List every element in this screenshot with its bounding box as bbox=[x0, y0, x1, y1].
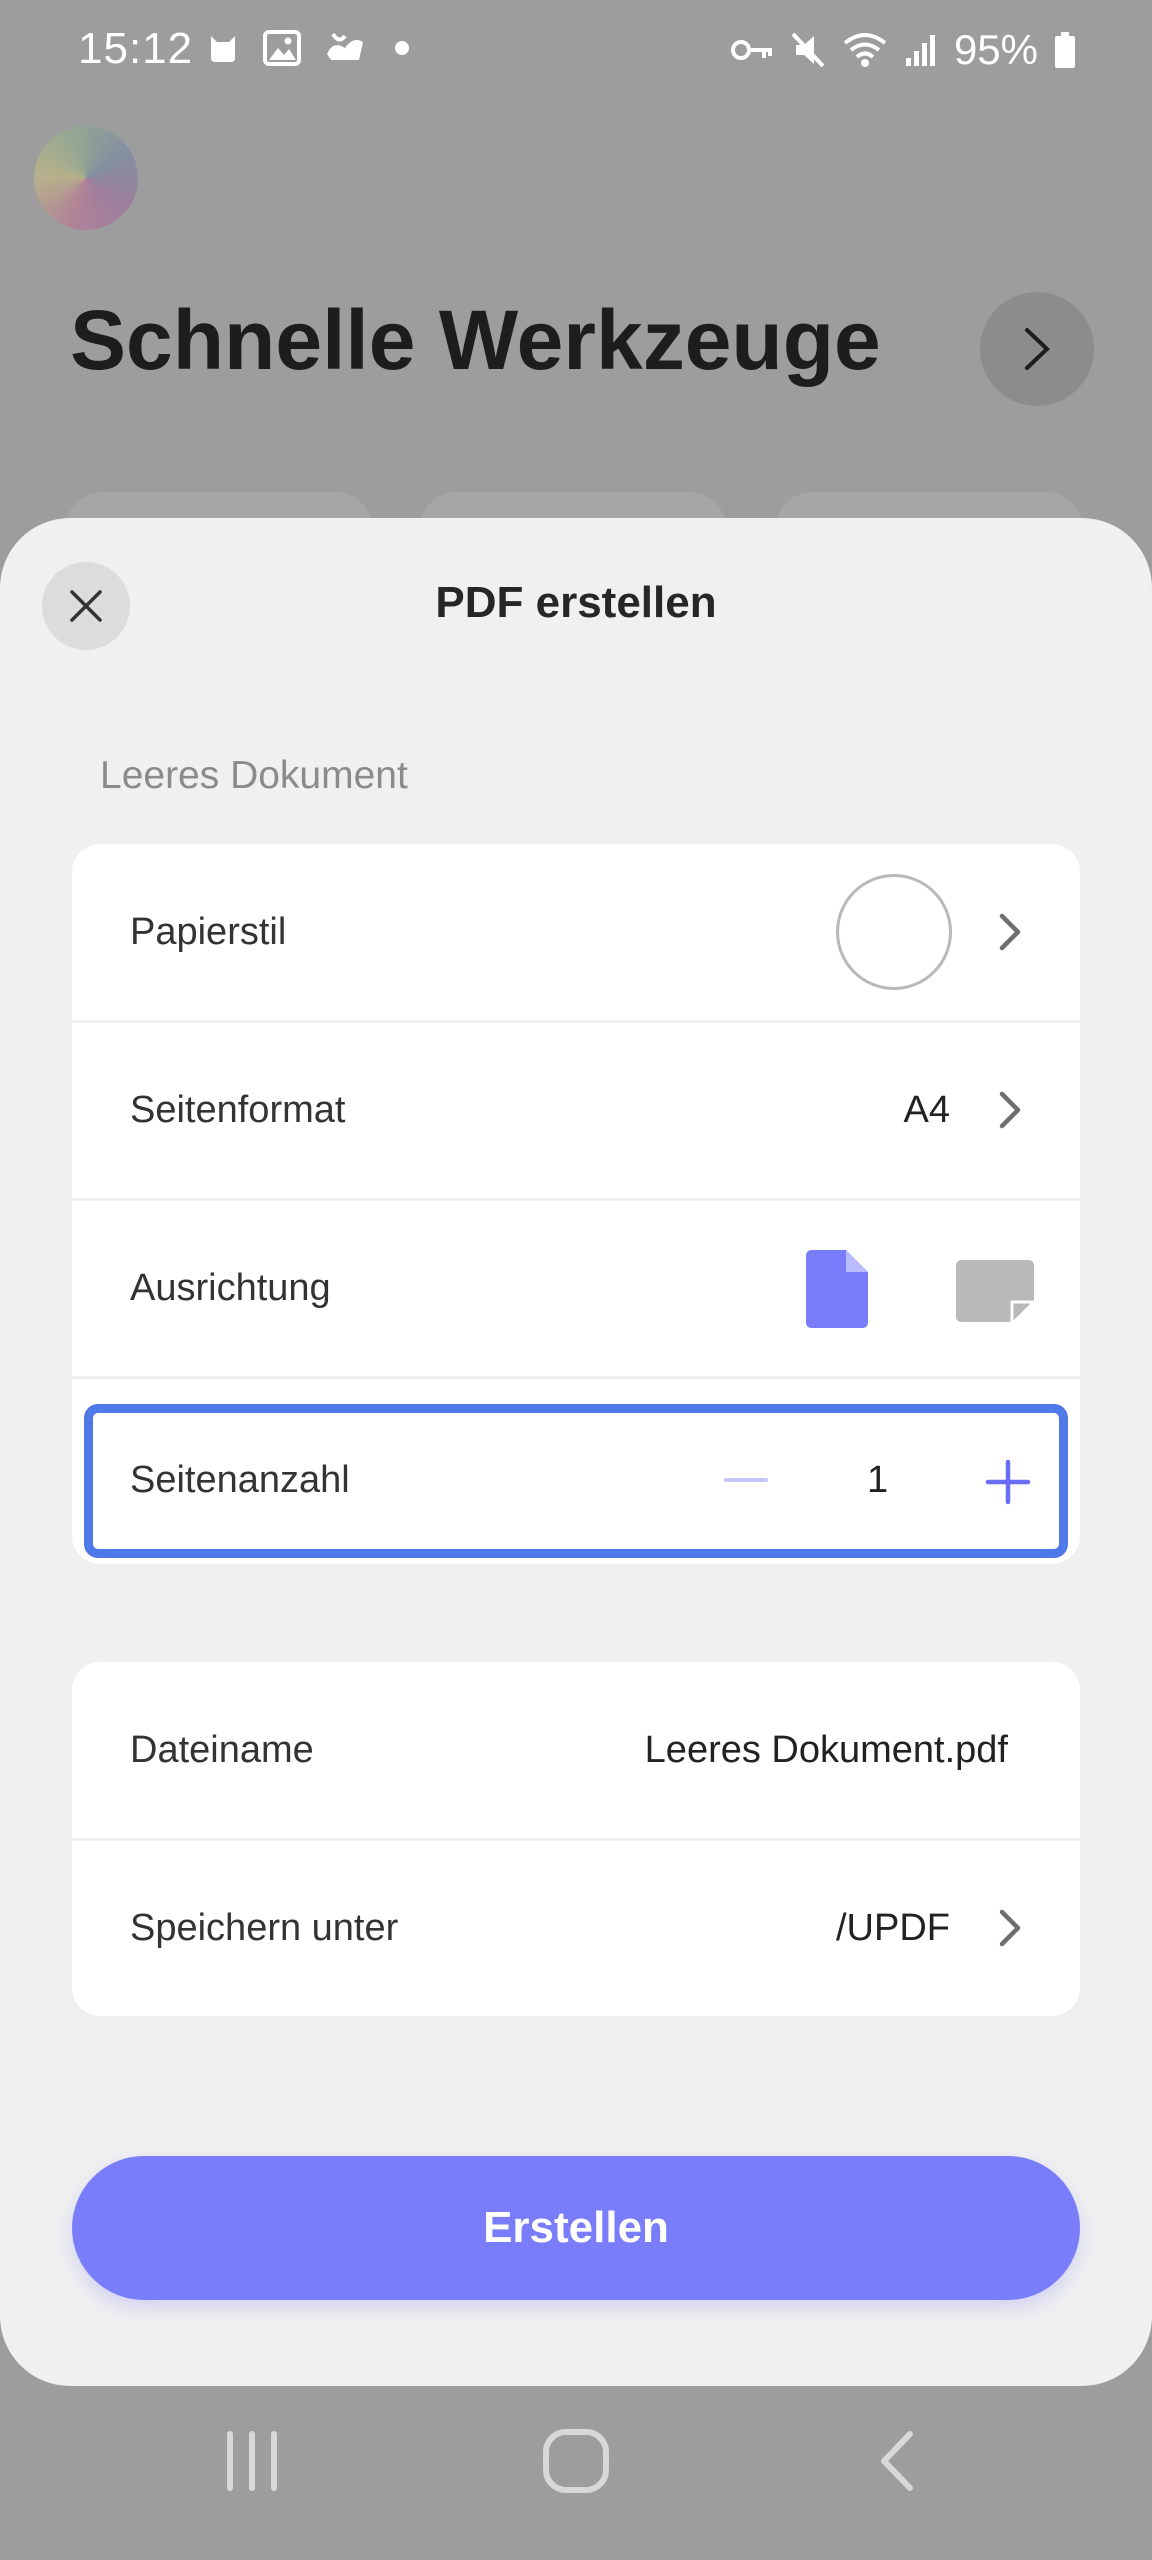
landscape-orientation-icon[interactable] bbox=[956, 1260, 1034, 1322]
chevron-right-icon bbox=[999, 1909, 1021, 1947]
orientation-row: Ausrichtung bbox=[72, 1200, 1080, 1376]
status-bar: 15:12 95% bbox=[0, 0, 1152, 100]
image-icon bbox=[263, 30, 301, 66]
cloud-sync-icon bbox=[327, 32, 363, 60]
save-location-value: /UPDF bbox=[836, 1906, 950, 1949]
file-name-row[interactable]: Dateiname Leeres Dokument.pdf bbox=[72, 1662, 1080, 1838]
file-name-value[interactable]: Leeres Dokument.pdf bbox=[645, 1729, 1008, 1772]
file-settings-card: Dateiname Leeres Dokument.pdf Speichern … bbox=[72, 1662, 1080, 2016]
status-icons-right: 95% bbox=[730, 26, 1076, 74]
mute-icon bbox=[791, 32, 825, 68]
avatar[interactable] bbox=[34, 126, 138, 230]
create-button[interactable]: Erstellen bbox=[72, 2156, 1080, 2300]
paper-style-swatch[interactable] bbox=[836, 874, 952, 990]
cat-notification-icon bbox=[211, 36, 235, 62]
file-name-label: Dateiname bbox=[130, 1728, 314, 1771]
battery-icon bbox=[1055, 32, 1075, 68]
signal-icon bbox=[905, 35, 935, 66]
status-time: 15:12 bbox=[78, 24, 194, 73]
document-settings-card: Papierstil Seitenformat A4 Ausrichtung S… bbox=[72, 844, 1080, 1564]
battery-percent: 95% bbox=[953, 26, 1038, 73]
sheet-title: PDF erstellen bbox=[435, 578, 717, 627]
divider bbox=[72, 1376, 1080, 1379]
portrait-orientation-icon[interactable] bbox=[806, 1250, 868, 1328]
page-format-value: A4 bbox=[903, 1088, 950, 1131]
paper-style-row[interactable]: Papierstil bbox=[72, 844, 1080, 1020]
section-label: Leeres Dokument bbox=[100, 754, 408, 797]
create-pdf-sheet: PDF erstellen Leeres Dokument Papierstil… bbox=[0, 518, 1152, 2386]
save-location-label: Speichern unter bbox=[130, 1906, 399, 1949]
save-location-row[interactable]: Speichern unter /UPDF bbox=[72, 1840, 1080, 2016]
home-button[interactable] bbox=[542, 2428, 610, 2494]
dot-icon bbox=[395, 41, 409, 55]
page-title: Schnelle Werkzeuge bbox=[70, 293, 881, 387]
wifi-icon bbox=[843, 33, 887, 67]
orientation-label: Ausrichtung bbox=[130, 1266, 331, 1309]
chevron-right-icon bbox=[1025, 328, 1050, 370]
vpn-key-icon bbox=[730, 40, 772, 60]
back-button[interactable] bbox=[876, 2430, 916, 2492]
more-tools-button[interactable] bbox=[980, 292, 1094, 406]
focus-highlight bbox=[84, 1404, 1068, 1558]
chevron-right-icon bbox=[999, 1091, 1021, 1129]
page-format-label: Seitenformat bbox=[130, 1088, 346, 1131]
page-format-row[interactable]: Seitenformat A4 bbox=[72, 1022, 1080, 1198]
navigation-bar bbox=[0, 2386, 1152, 2560]
status-icons-left bbox=[205, 30, 409, 66]
recent-apps-button[interactable] bbox=[222, 2430, 282, 2492]
chevron-right-icon bbox=[999, 913, 1021, 951]
paper-style-label: Papierstil bbox=[130, 910, 287, 953]
